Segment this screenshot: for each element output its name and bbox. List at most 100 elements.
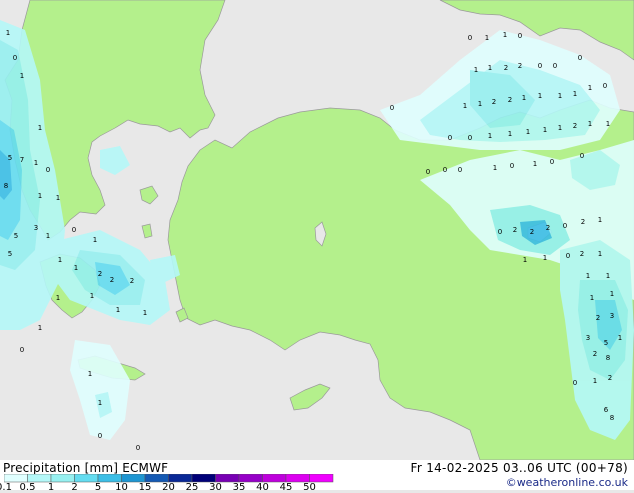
- precip-value-label: 1: [543, 126, 547, 134]
- precip-value-label: 1: [598, 250, 602, 258]
- precip-value-label: 1: [143, 309, 147, 317]
- precip-value-label: 0: [550, 158, 554, 166]
- model-label: ECMWF: [122, 461, 169, 475]
- scale-tick-label: 5: [94, 482, 102, 493]
- precip-value-label: 0: [578, 54, 582, 62]
- precip-value-label: 0: [448, 134, 452, 142]
- scale-swatch: [27, 474, 52, 483]
- precip-value-label: 1: [618, 334, 622, 342]
- precip-value-label: 0: [538, 62, 542, 70]
- scale-tick-label: 0.1: [0, 482, 12, 493]
- precip-value-label: 5: [8, 250, 12, 258]
- precip-value-label: 1: [34, 159, 38, 167]
- precip-value-label: 1: [116, 306, 120, 314]
- precip-value-label: 1: [88, 370, 92, 378]
- precip-value-label: 2: [492, 98, 496, 106]
- scale-swatch: [144, 474, 169, 483]
- precip-value-label: 1: [38, 192, 42, 200]
- precip-value-label: 7: [20, 156, 24, 164]
- precip-value-label: 0: [603, 82, 607, 90]
- precip-value-label: 1: [463, 102, 467, 110]
- precip-value-label: 2: [546, 224, 550, 232]
- precip-value-label: 2: [98, 270, 102, 278]
- precip-value-label: 2: [593, 350, 597, 358]
- precip-value-label: 1: [90, 292, 94, 300]
- credit-link[interactable]: ©weatheronline.co.uk: [506, 476, 628, 489]
- scale-tick-label: 15: [138, 482, 152, 493]
- scale-swatch: [168, 474, 193, 483]
- precip-value-label: 0: [46, 166, 50, 174]
- scale-tick-label: 50: [303, 482, 316, 493]
- precip-value-label: 1: [558, 124, 562, 132]
- precip-value-label: 3: [610, 312, 614, 320]
- precip-value-label: 1: [526, 128, 530, 136]
- precip-value-label: 0: [553, 62, 557, 70]
- precip-value-label: 2: [608, 374, 612, 382]
- scale-tick-label: 1: [47, 482, 55, 493]
- precip-value-label: 1: [488, 64, 492, 72]
- precip-value-label: 1: [558, 92, 562, 100]
- precip-value-label: 2: [513, 226, 517, 234]
- scale-swatch: [97, 474, 122, 483]
- precip-value-label: 1: [98, 399, 102, 407]
- scale-swatch: [215, 474, 240, 483]
- precip-value-label: 1: [588, 84, 592, 92]
- precip-value-label: 0: [72, 226, 76, 234]
- scale-tick-label: 40: [256, 482, 269, 493]
- scale-tick-label: 45: [279, 482, 293, 493]
- precip-value-label: 1: [74, 264, 78, 272]
- precip-value-label: 1: [606, 120, 610, 128]
- precip-value-label: 0: [510, 162, 514, 170]
- precip-value-label: 6: [604, 406, 609, 414]
- precip-value-label: 2: [504, 64, 508, 72]
- scale-swatch: [285, 474, 310, 483]
- precip-value-label: 2: [596, 314, 600, 322]
- precip-value-label: 1: [590, 294, 594, 302]
- precip-value-label: 1: [606, 272, 610, 280]
- precip-value-label: 2: [110, 276, 114, 284]
- scale-swatch: [238, 474, 263, 483]
- scale-swatch: [191, 474, 216, 483]
- precip-value-label: 1: [56, 194, 60, 202]
- scale-swatch: [4, 474, 28, 483]
- precip-value-label: 0: [98, 432, 102, 440]
- precip-value-label: 0: [13, 54, 17, 62]
- precip-value-label: 0: [468, 134, 472, 142]
- precip-value-label: 2: [508, 96, 512, 104]
- precip-value-label: 0: [498, 228, 502, 236]
- precip-value-label: 0: [518, 32, 522, 40]
- precip-value-label: 1: [58, 256, 62, 264]
- precip-value-label: 1: [573, 90, 577, 98]
- precip-value-label: 0: [573, 379, 577, 387]
- precip-value-label: 0: [20, 346, 24, 354]
- scale-swatch: [74, 474, 99, 483]
- precip-value-label: 1: [503, 31, 507, 39]
- legend-footer: Precipitation [mm] ECMWF Fr 14-02-2025 0…: [0, 460, 634, 493]
- precip-value-label: 1: [485, 34, 489, 42]
- precip-value-label: 1: [56, 294, 60, 302]
- precip-value-label: 5: [8, 154, 12, 162]
- precip-value-label: 1: [38, 124, 42, 132]
- scale-tick-label: 20: [162, 482, 175, 493]
- precip-value-label: 1: [20, 72, 24, 80]
- precip-value-label: 5: [14, 232, 18, 240]
- precipitation-map: 10115 7 1081 135 10115122 21 11 11011000 1 1 01 1 2 2…: [0, 0, 634, 460]
- precip-value-label: 2: [573, 122, 577, 130]
- precip-value-label: 1: [93, 236, 97, 244]
- scale-tick-label: 2: [71, 482, 78, 493]
- precip-value-label: 1: [523, 256, 527, 264]
- scale-tick-label: 0.5: [19, 482, 36, 493]
- precip-value-label: 8: [606, 354, 610, 362]
- precip-value-label: 0: [458, 166, 462, 174]
- scale-tick-label: 35: [232, 482, 246, 493]
- scale-tick-label: 25: [185, 482, 199, 493]
- precip-value-label: 1: [588, 120, 592, 128]
- precip-value-label: 1: [488, 132, 492, 140]
- scale-tick-label: 10: [115, 482, 128, 493]
- precip-value-label: 5: [604, 339, 608, 347]
- precip-value-label: 1: [6, 29, 10, 37]
- precip-value-label: 2: [581, 218, 585, 226]
- precip-value-label: 0: [580, 152, 584, 160]
- precip-value-label: 1: [522, 94, 526, 102]
- precip-value-label: 1: [493, 164, 497, 172]
